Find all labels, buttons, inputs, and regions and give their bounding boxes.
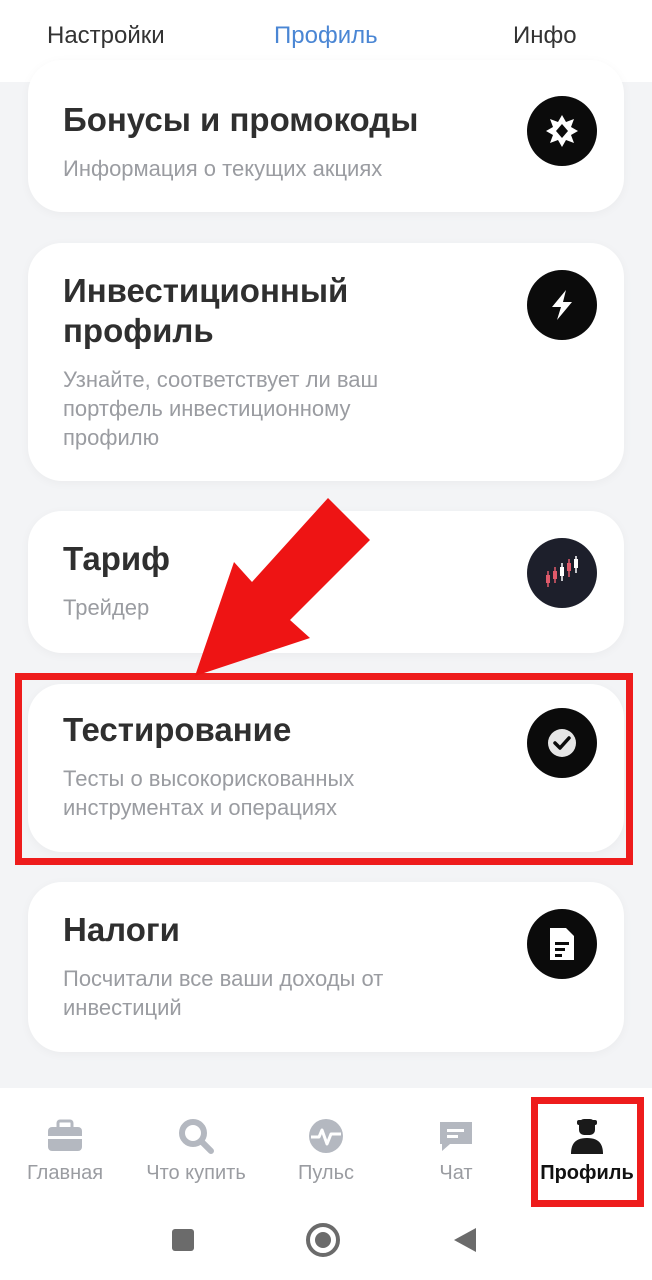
card-subtitle: Информация о текущих акциях [63,156,383,181]
card-investment-profile[interactable]: Инвестиционный профиль Узнайте, соответс… [28,243,624,481]
card-title: Инвестиционный профиль [63,272,349,349]
card-subtitle: Тесты о высокорискованных инструментах и… [63,766,355,820]
nav-label: Главная [26,1162,104,1184]
pulse-icon [306,1116,346,1156]
chat-icon [436,1116,476,1156]
tab-settings[interactable]: Настройки [47,22,165,50]
card-taxes[interactable]: Налоги Посчитали все ваши доходы от инве… [28,882,624,1052]
red-arrow-annotation [195,498,370,676]
nav-label: Чат [439,1162,473,1184]
tab-profile[interactable]: Профиль [274,22,378,50]
bottom-nav-bar: Главная Что купить Пульс Чат Профиль [0,1088,652,1208]
system-nav-bar [0,1208,652,1280]
nav-item-home[interactable]: Главная [5,1088,125,1198]
briefcase-icon [45,1116,85,1156]
nav-label: Пульс [297,1162,355,1184]
tab-info[interactable]: Инфо [513,22,577,50]
search-icon [176,1116,216,1156]
nav-item-chat[interactable]: Чат [396,1088,516,1198]
nav-item-profile[interactable]: Профиль [527,1088,647,1198]
nav-item-what-to-buy[interactable]: Что купить [136,1088,256,1198]
card-bonuses[interactable]: Бонусы и промокоды Информация о текущих … [28,60,624,212]
card-subtitle: Узнайте, соответствует ли ваш портфель и… [63,367,379,450]
nav-label: Профиль [540,1162,634,1184]
card-testing[interactable]: Тестирование Тесты о высокорискованных и… [28,684,624,852]
check-icon [527,708,597,778]
card-title: Тестирование [63,711,292,748]
badge-icon [527,96,597,166]
card-title: Налоги [63,911,180,948]
document-icon [527,909,597,979]
recents-icon[interactable] [172,1229,194,1251]
back-icon[interactable] [452,1226,478,1254]
person-icon [567,1116,607,1156]
card-subtitle: Посчитали все ваши доходы от инвестиций [63,966,384,1020]
lightning-icon [527,270,597,340]
candlestick-icon [527,538,597,608]
nav-item-pulse[interactable]: Пульс [266,1088,386,1198]
card-title: Бонусы и промокоды [63,101,419,138]
home-system-icon[interactable] [306,1223,340,1257]
nav-label: Что купить [146,1162,246,1184]
